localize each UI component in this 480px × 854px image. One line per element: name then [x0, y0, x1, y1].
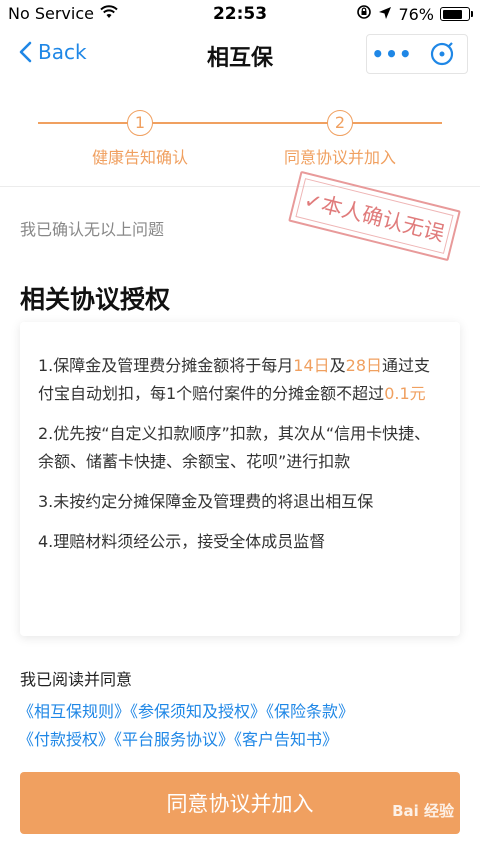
- clause-text: 及: [329, 356, 346, 375]
- section-title: 相关协议授权: [20, 285, 171, 314]
- link-customer-notice[interactable]: 《客户告知书》: [234, 730, 338, 749]
- step-health-confirm: 1 健康告知确认: [50, 110, 230, 168]
- link-platform-service[interactable]: 《平台服务协议》: [114, 730, 234, 749]
- close-button[interactable]: [417, 35, 467, 73]
- battery-icon: [440, 7, 473, 21]
- nav-bar: Back 相互保 •••: [0, 30, 480, 78]
- step-label: 同意协议并加入: [283, 148, 396, 167]
- highlight-amount: 0.1元: [384, 384, 426, 403]
- confirmed-stamp: ✓本人确认无误: [288, 170, 461, 262]
- rotation-lock-icon: [356, 4, 372, 24]
- watermark-logo: Bai 经验: [392, 802, 454, 820]
- step-label: 健康告知确认: [91, 148, 188, 167]
- link-payment-auth[interactable]: 《付款授权》: [18, 730, 114, 749]
- divider: [0, 186, 480, 187]
- mini-app-capsule: •••: [366, 34, 468, 74]
- highlight-date-14: 14日: [293, 356, 330, 375]
- clause-3: 3.未按约定分摊保障金及管理费的将退出相互保: [38, 492, 374, 511]
- agree-button-label: 同意协议并加入: [166, 792, 314, 816]
- step-agree-join: 2 同意协议并加入: [250, 110, 430, 168]
- clause-text: 1.保障金及管理费分摊金额将于每月: [38, 356, 294, 375]
- close-circle-icon: [430, 42, 454, 66]
- highlight-date-28: 28日: [345, 356, 383, 375]
- step-number: 1: [127, 110, 153, 136]
- clause-1: 1.保障金及管理费分摊金额将于每月14日及28日通过支付宝自动划扣，每1个赔付案…: [38, 352, 442, 408]
- step-number: 2: [327, 110, 353, 136]
- battery-percent: 76%: [398, 4, 434, 24]
- link-enroll-notice[interactable]: 《参保须知及授权》: [130, 702, 266, 721]
- stamp-border: [295, 178, 454, 254]
- more-button[interactable]: •••: [367, 35, 417, 73]
- clause-4: 4.理赔材料须经公示，接受全体成员监督: [38, 532, 326, 551]
- more-dots-icon: •••: [371, 42, 413, 66]
- confirm-text: 我已确认无以上问题: [20, 220, 165, 239]
- location-arrow-icon: [378, 5, 392, 24]
- agreement-links: 《相互保规则》《参保须知及授权》《保险条款》 《付款授权》《平台服务协议》《客户…: [18, 698, 468, 754]
- link-mutual-rules[interactable]: 《相互保规则》: [18, 702, 130, 721]
- status-right: 76%: [356, 4, 473, 24]
- agreement-card: 1.保障金及管理费分摊金额将于每月14日及28日通过支付宝自动划扣，每1个赔付案…: [20, 322, 460, 636]
- link-insurance-terms[interactable]: 《保险条款》: [266, 702, 354, 721]
- read-agree-label: 我已阅读并同意: [20, 670, 133, 689]
- status-bar: No Service 22:53 76%: [0, 0, 480, 28]
- progress-steps: 1 健康告知确认 2 同意协议并加入: [0, 100, 480, 180]
- clause-2: 2.优先按“自定义扣款顺序”扣款，其次从“信用卡快捷、余额、储蓄卡快捷、余额宝、…: [38, 424, 431, 471]
